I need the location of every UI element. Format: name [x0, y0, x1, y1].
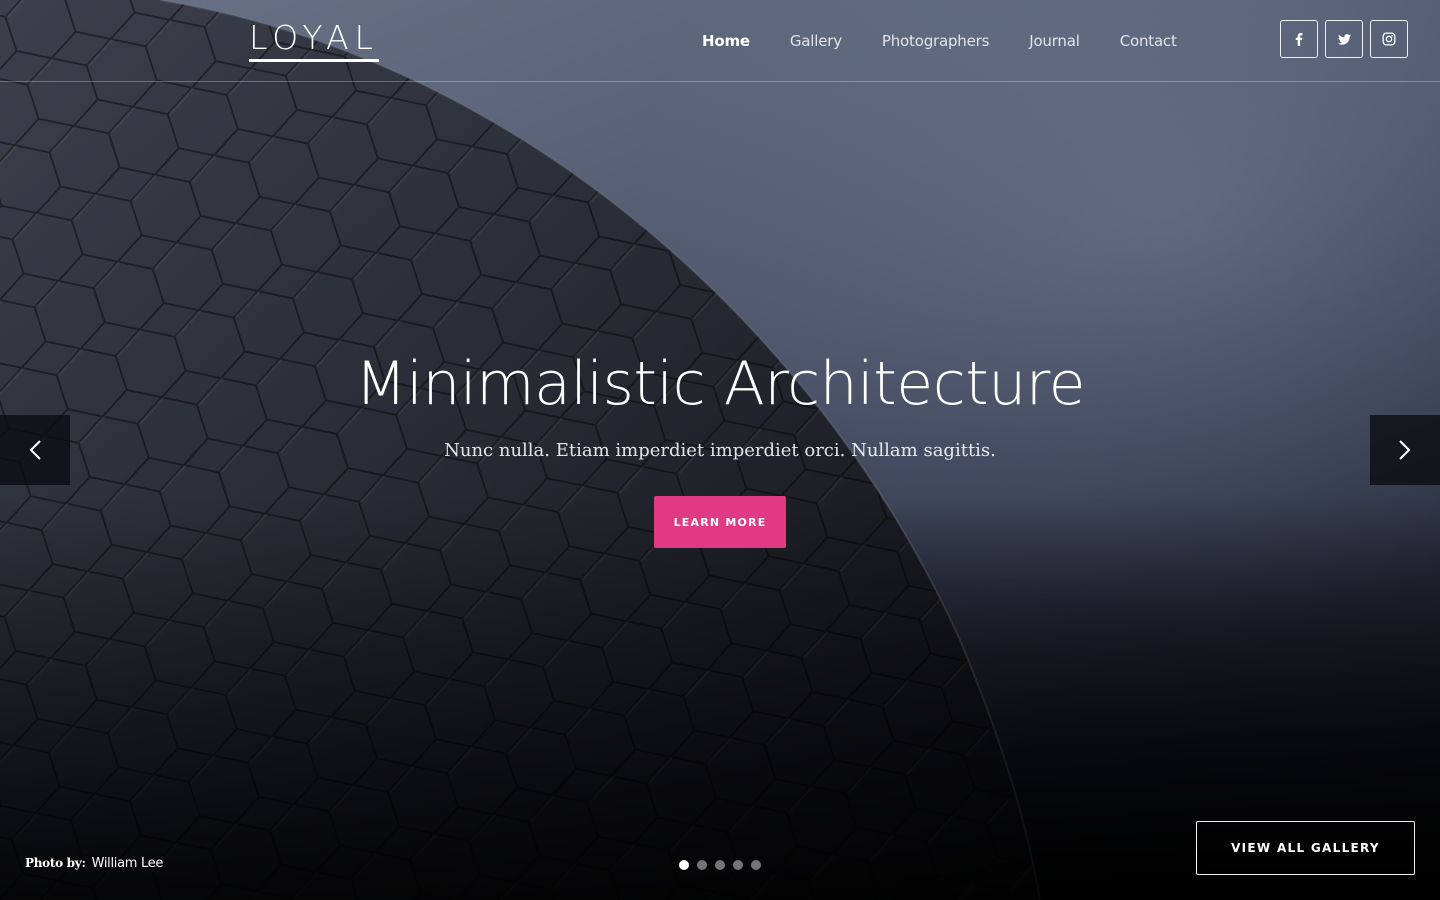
- twitter-button[interactable]: [1325, 20, 1363, 58]
- view-all-gallery-button[interactable]: VIEW ALL GALLERY: [1196, 821, 1415, 875]
- hero-slider: LOYAL Home Gallery Photographers Journal…: [0, 0, 1440, 900]
- facebook-icon: [1295, 32, 1303, 46]
- site-header: LOYAL Home Gallery Photographers Journal…: [0, 0, 1440, 82]
- slider-dot-5[interactable]: [751, 860, 761, 870]
- slider-prev-button[interactable]: [0, 415, 70, 485]
- site-logo[interactable]: LOYAL: [249, 20, 379, 62]
- main-nav: Home Gallery Photographers Journal Conta…: [702, 30, 1217, 52]
- nav-item-journal[interactable]: Journal: [1029, 30, 1080, 52]
- slider-pagination: [679, 860, 761, 870]
- slider-dot-4[interactable]: [733, 860, 743, 870]
- nav-item-contact[interactable]: Contact: [1120, 30, 1177, 52]
- slider-next-button[interactable]: [1370, 415, 1440, 485]
- social-links: [1280, 20, 1408, 58]
- learn-more-button[interactable]: LEARN MORE: [654, 496, 786, 548]
- twitter-icon: [1337, 33, 1351, 45]
- slide-title: Minimalistic Architecture: [354, 349, 1086, 419]
- facebook-button[interactable]: [1280, 20, 1318, 58]
- nav-item-home[interactable]: Home: [702, 30, 750, 52]
- photo-credit: Photo by: William Lee: [25, 854, 163, 873]
- chevron-left-icon: [29, 440, 41, 460]
- chevron-right-icon: [1399, 440, 1411, 460]
- nav-item-photographers[interactable]: Photographers: [882, 30, 990, 52]
- instagram-button[interactable]: [1370, 20, 1408, 58]
- slider-dot-1[interactable]: [679, 860, 689, 870]
- slide-subtitle: Nunc nulla. Etiam imperdiet imperdiet or…: [444, 440, 996, 461]
- photographer-name[interactable]: William Lee: [92, 856, 164, 871]
- slider-dot-2[interactable]: [697, 860, 707, 870]
- photo-credit-label: Photo by:: [25, 856, 86, 870]
- instagram-icon: [1382, 32, 1396, 46]
- nav-item-gallery[interactable]: Gallery: [790, 30, 842, 52]
- slider-dot-3[interactable]: [715, 860, 725, 870]
